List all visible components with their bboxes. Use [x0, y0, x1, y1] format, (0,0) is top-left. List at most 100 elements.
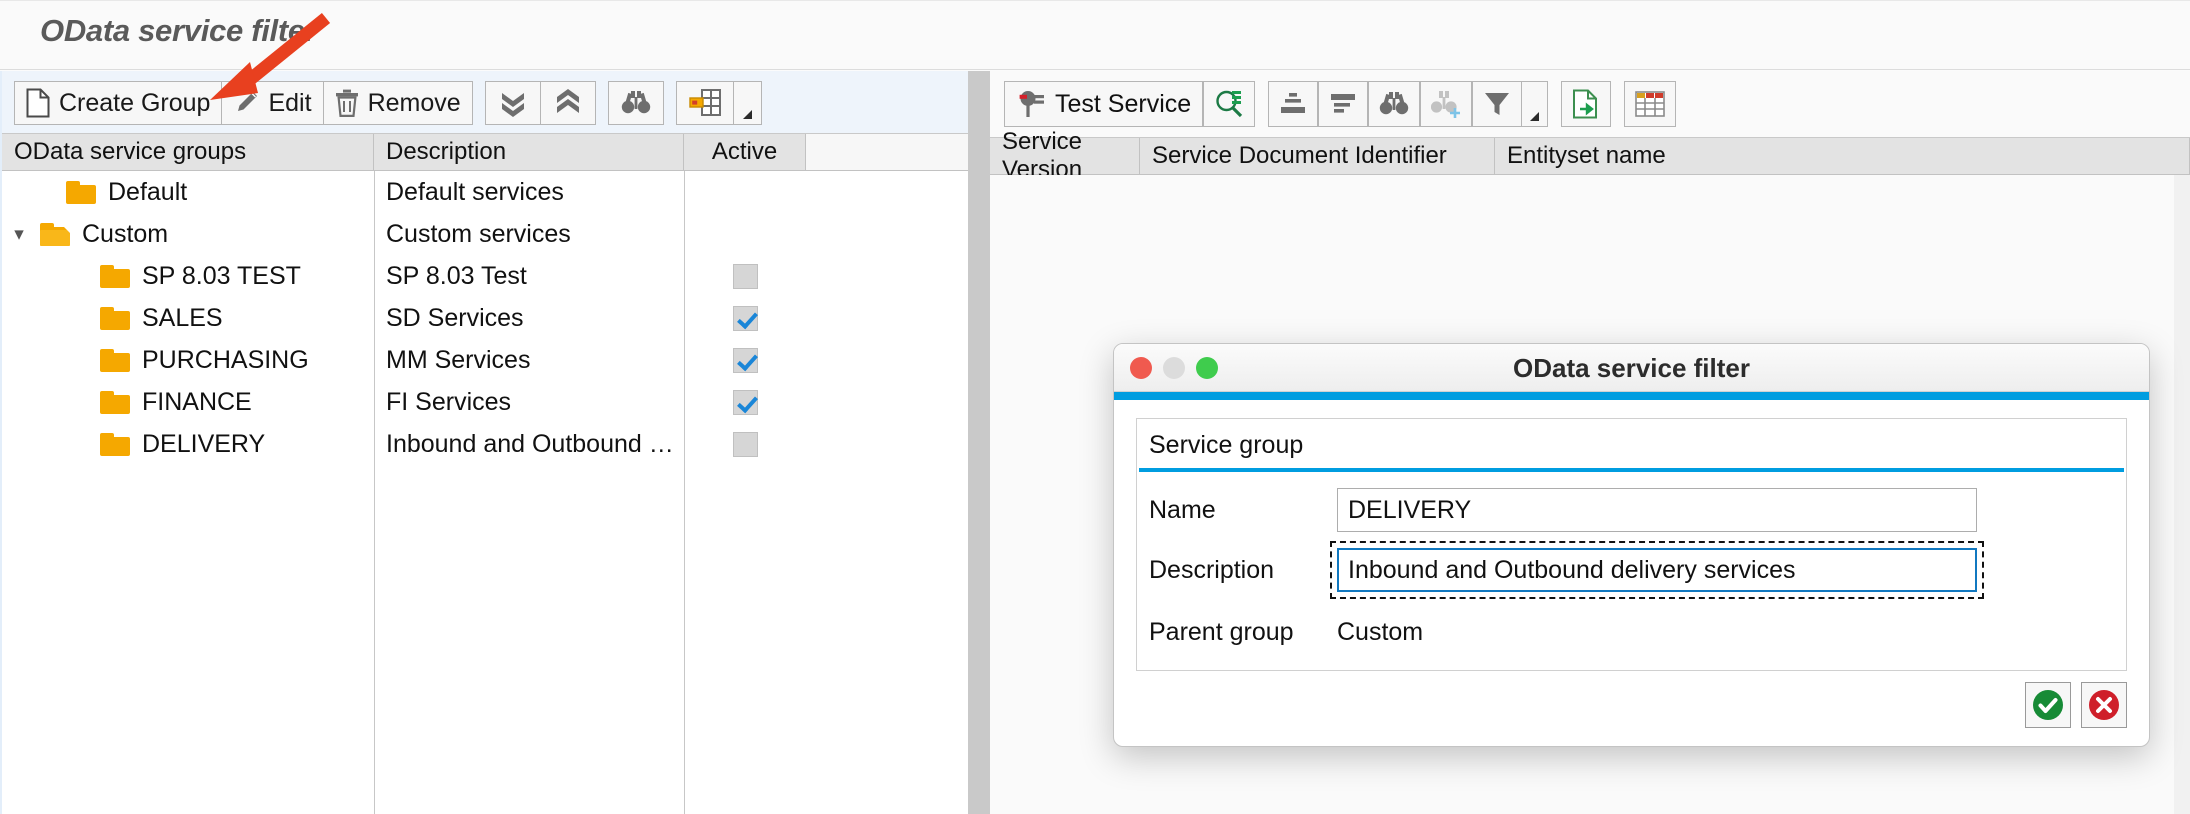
filler-cell: [806, 297, 968, 339]
dialog-title: OData service filter: [1114, 344, 2149, 392]
column-divider-2: [684, 171, 685, 814]
spreadsheet-grid-icon: [1635, 91, 1665, 117]
service-detail-header-row: Service Version Service Document Identif…: [990, 137, 2190, 175]
right-toolbar-spacer-2: [1548, 81, 1561, 127]
form-row-parent-group: Parent group Custom: [1149, 610, 2126, 662]
table-row[interactable]: Default Default services: [2, 171, 968, 213]
pencil-icon: [233, 90, 259, 116]
filter-button[interactable]: [1472, 81, 1522, 127]
table-row[interactable]: SALES SD Services: [2, 297, 968, 339]
sort-descending-icon: [1329, 90, 1357, 118]
table-row[interactable]: DELIVERY Inbound and Outbound …: [2, 423, 968, 465]
confirm-button[interactable]: [2025, 682, 2071, 728]
layout-dropdown-arrow[interactable]: [734, 81, 762, 125]
column-header-odata-service-groups[interactable]: OData service groups: [2, 134, 374, 170]
toolbar-spacer-3: [664, 81, 676, 125]
service-detail-magnifier-icon: [1214, 89, 1244, 119]
collapse-all-button[interactable]: [540, 81, 596, 125]
service-groups-body: Default Default services ▾ Custom Cust: [2, 171, 968, 814]
vertical-scrollbar[interactable]: [2174, 175, 2190, 814]
description-cell: Default services: [374, 171, 684, 213]
folder-closed-icon: [100, 307, 130, 330]
create-group-button[interactable]: Create Group: [14, 81, 222, 125]
green-check-circle-icon: [2031, 688, 2065, 722]
folder-closed-icon: [100, 265, 130, 288]
table-row[interactable]: ▾ Custom Custom services: [2, 213, 968, 255]
folder-closed-icon: [66, 181, 96, 204]
remove-label: Remove: [368, 89, 461, 118]
layout-button[interactable]: [676, 81, 734, 125]
find-button[interactable]: [608, 81, 664, 125]
column-header-service-version[interactable]: Service Version: [990, 138, 1140, 174]
active-checkbox[interactable]: [733, 348, 758, 373]
create-group-label: Create Group: [59, 89, 210, 118]
description-cell: Inbound and Outbound …: [374, 423, 684, 465]
table-row[interactable]: PURCHASING MM Services: [2, 339, 968, 381]
filler-cell: [806, 213, 968, 255]
edit-button[interactable]: Edit: [221, 81, 323, 125]
service-group-section: Service group Name DELIVERY Description …: [1136, 418, 2127, 671]
group-name-label: Custom: [82, 220, 168, 249]
expand-all-chevrons-down-icon: [498, 88, 528, 118]
find-button[interactable]: [1368, 81, 1420, 127]
column-divider-1: [374, 171, 375, 814]
new-document-icon: [26, 88, 50, 118]
tree-cell[interactable]: PURCHASING: [2, 339, 374, 381]
sort-descending-button[interactable]: [1318, 81, 1368, 127]
collapse-all-chevrons-up-icon: [553, 88, 583, 118]
service-groups-grid: OData service groups Description Active …: [0, 133, 968, 814]
export-button[interactable]: [1561, 81, 1611, 127]
column-header-entityset-name[interactable]: Entityset name: [1495, 138, 2190, 174]
filler-cell: [806, 255, 968, 297]
description-input[interactable]: Inbound and Outbound delivery services: [1337, 548, 1977, 592]
edit-label: Edit: [268, 89, 311, 118]
spreadsheet-button[interactable]: [1624, 81, 1676, 127]
tree-cell[interactable]: FINANCE: [2, 381, 374, 423]
filler-cell: [806, 381, 968, 423]
column-header-active[interactable]: Active: [684, 134, 806, 170]
filter-dropdown-arrow[interactable]: [1522, 81, 1548, 127]
filler-cell: [806, 423, 968, 465]
active-cell[interactable]: [684, 423, 806, 465]
test-service-button[interactable]: Test Service: [1004, 81, 1203, 127]
name-input[interactable]: DELIVERY: [1337, 488, 1977, 532]
column-header-service-document-identifier[interactable]: Service Document Identifier: [1140, 138, 1495, 174]
find-next-button[interactable]: [1420, 81, 1472, 127]
active-cell[interactable]: [684, 297, 806, 339]
active-cell[interactable]: [684, 255, 806, 297]
chevron-down-icon: [743, 110, 752, 119]
panel-splitter[interactable]: [968, 71, 990, 814]
active-checkbox[interactable]: [733, 264, 758, 289]
tree-cell[interactable]: Default: [2, 171, 374, 213]
remove-button[interactable]: Remove: [323, 81, 473, 125]
table-row[interactable]: FINANCE FI Services: [2, 381, 968, 423]
group-name-label: DELIVERY: [142, 430, 265, 459]
service-detail-button[interactable]: [1203, 81, 1255, 127]
active-cell[interactable]: [684, 339, 806, 381]
dialog-titlebar: OData service filter: [1114, 344, 2149, 392]
active-checkbox[interactable]: [733, 432, 758, 457]
filler-cell: [806, 339, 968, 381]
chevron-down-icon[interactable]: ▾: [2, 223, 36, 246]
table-row[interactable]: SP 8.03 TEST SP 8.03 Test: [2, 255, 968, 297]
cancel-button[interactable]: [2081, 682, 2127, 728]
column-header-description[interactable]: Description: [374, 134, 684, 170]
tree-cell[interactable]: DELIVERY: [2, 423, 374, 465]
red-x-circle-icon: [2087, 688, 2121, 722]
service-group-form: Name DELIVERY Description Inbound and Ou…: [1137, 472, 2126, 662]
active-checkbox[interactable]: [733, 390, 758, 415]
description-label: Description: [1149, 548, 1337, 592]
active-checkbox[interactable]: [733, 306, 758, 331]
active-cell[interactable]: [684, 381, 806, 423]
expand-all-button[interactable]: [485, 81, 541, 125]
tree-cell[interactable]: SALES: [2, 297, 374, 339]
service-groups-header-row: OData service groups Description Active: [2, 133, 968, 171]
tree-cell[interactable]: SP 8.03 TEST: [2, 255, 374, 297]
column-header-filler: [806, 134, 968, 170]
find-next-binoculars-icon: [1431, 89, 1461, 119]
service-group-section-title: Service group: [1137, 419, 2126, 468]
folder-open-icon: [40, 223, 70, 246]
sort-ascending-button[interactable]: [1268, 81, 1318, 127]
tree-cell[interactable]: ▾ Custom: [2, 213, 374, 255]
parent-group-value: Custom: [1337, 610, 1423, 654]
